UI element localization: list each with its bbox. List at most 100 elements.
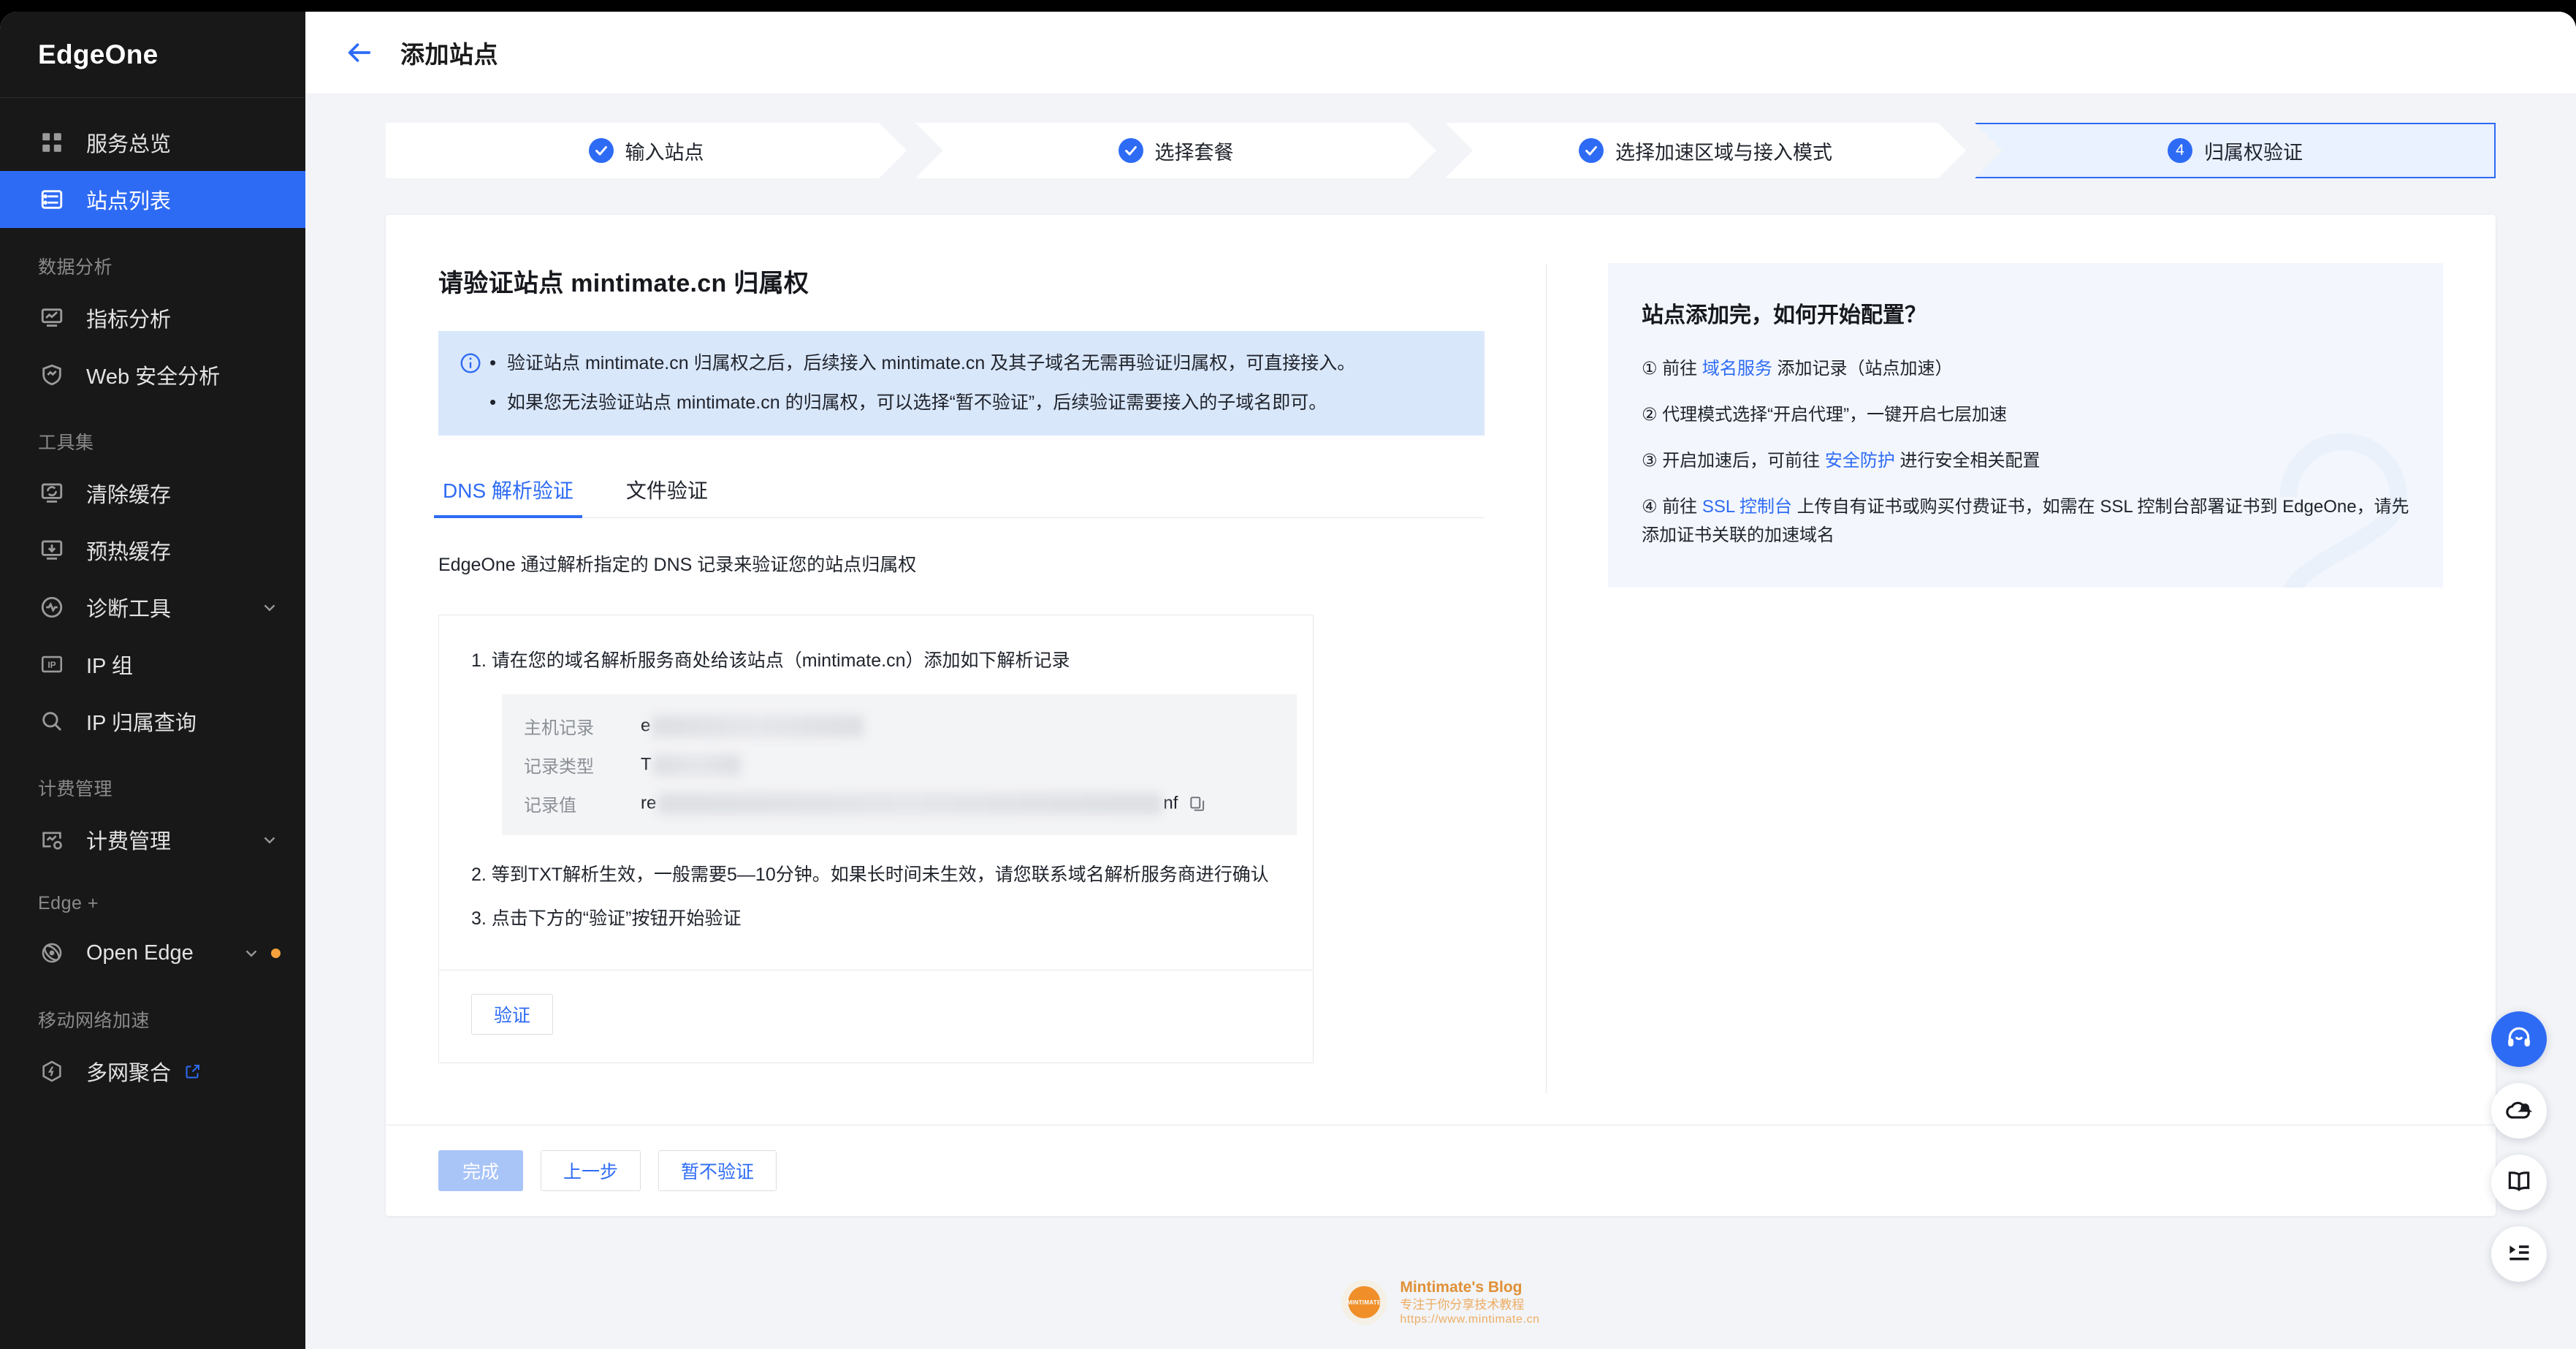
sidebar-group-toolset: 工具集 <box>38 433 94 453</box>
arrow-left-icon[interactable] <box>339 32 380 73</box>
sidebar-item-label: 服务总览 <box>86 133 172 156</box>
blog-url: https://www.mintimate.cn <box>1400 1313 1540 1326</box>
sidebar-item-ip-lookup[interactable]: IP 归属查询 <box>0 693 305 750</box>
sidebar-item-multi-network[interactable]: 多网聚合 <box>0 1043 305 1100</box>
blog-watermark-text: Mintimate's Blog 专注于你分享技术教程 https://www.… <box>1400 1278 1539 1328</box>
book-icon <box>2505 1167 2533 1198</box>
card-footer: 完成 上一步 暂不验证 <box>386 1125 2496 1216</box>
blog-title: Mintimate's Blog <box>1400 1278 1523 1296</box>
redacted-value <box>652 715 864 737</box>
brand-name: EdgeOne <box>38 39 159 69</box>
main-region: 添加站点 输入站点 选择套餐 选择加速区域与接入模式 4 归属权验证 请验证站点… <box>305 12 2576 1349</box>
verification-tabs: DNS 解析验证 文件验证 <box>434 475 1485 518</box>
sidebar-item-web-security-analysis[interactable]: Web 安全分析 <box>0 346 305 403</box>
verification-heading: 请验证站点 mintimate.cn 归属权 <box>438 270 809 297</box>
app-window: EdgeOne 服务总览 站点列表 数据分析 指标分析 Web 安全分析 工具集 <box>0 12 2576 1349</box>
check-circle-icon <box>1119 138 1143 163</box>
pulse-circle-icon <box>38 593 66 621</box>
skip-verification-button[interactable]: 暂不验证 <box>658 1150 777 1191</box>
help-item: ① 前往 域名服务 添加记录（站点加速） <box>1642 359 1953 379</box>
tab-dns-verification[interactable]: DNS 解析验证 <box>434 475 582 518</box>
dns-step-1: 1. 请在您的域名解析服务商处给该站点（mintimate.cn）添加如下解析记… <box>471 650 1070 671</box>
sidebar-item-metric-analysis[interactable]: 指标分析 <box>0 289 305 346</box>
floating-action-rail <box>2491 1011 2547 1282</box>
tab-file-verification[interactable]: 文件验证 <box>622 475 712 517</box>
sidebar: EdgeOne 服务总览 站点列表 数据分析 指标分析 Web 安全分析 工具集 <box>0 12 305 1349</box>
finish-button[interactable]: 完成 <box>438 1150 523 1191</box>
record-value: T <box>641 753 742 776</box>
sidebar-group-mobile-accel: 移动网络加速 <box>38 1011 150 1031</box>
previous-step-button[interactable]: 上一步 <box>541 1150 641 1191</box>
chevron-down-icon[interactable] <box>259 829 281 851</box>
sidebar-group-data-analysis: 数据分析 <box>38 257 113 278</box>
help-item: ② 代理模式选择“开启代理”，一键开启七层加速 <box>1642 404 2008 425</box>
sidebar-item-label: 站点列表 <box>86 190 172 213</box>
sidebar-item-purge-cache[interactable]: 清除缓存 <box>0 465 305 522</box>
hex-bolt-icon <box>38 1057 66 1085</box>
list-play-icon <box>2505 1239 2533 1270</box>
billing-icon <box>38 826 66 854</box>
new-badge-dot <box>271 948 281 958</box>
verify-button[interactable]: 验证 <box>471 994 554 1035</box>
svg-text:IP: IP <box>47 660 56 670</box>
shield-chart-icon <box>38 361 66 389</box>
sidebar-item-label: Web 安全分析 <box>86 365 221 389</box>
record-key: 记录值 <box>524 796 576 816</box>
sidebar-item-open-edge[interactable]: Open Edge <box>0 924 305 981</box>
sidebar-item-label: 计费管理 <box>86 830 172 854</box>
step-select-plan[interactable]: 选择套餐 <box>915 123 1436 178</box>
sidebar-item-label: IP 归属查询 <box>86 712 197 735</box>
step-label: 选择加速区域与接入模式 <box>1615 141 1832 164</box>
info-banner: 验证站点 mintimate.cn 归属权之后，后续接入 mintimate.c… <box>438 331 1485 436</box>
blog-logo: MINTIMATE <box>1341 1280 1387 1326</box>
step-input-site[interactable]: 输入站点 <box>386 123 907 178</box>
help-title: 站点添加完，如何开始配置？ <box>1642 303 1927 327</box>
notifications-button[interactable] <box>2491 1083 2547 1139</box>
search-icon <box>38 707 66 735</box>
sidebar-item-prefetch-cache[interactable]: 预热缓存 <box>0 522 305 579</box>
cloud-bell-icon <box>2505 1095 2533 1127</box>
step-ownership-verify[interactable]: 4 归属权验证 <box>1975 123 2496 178</box>
blog-subtitle: 专注于你分享技术教程 <box>1400 1297 1525 1312</box>
sidebar-item-diagnostic-tools[interactable]: 诊断工具 <box>0 579 305 636</box>
step-label: 选择套餐 <box>1154 141 1234 164</box>
link-domain-service[interactable]: 域名服务 <box>1702 359 1772 379</box>
dns-steps-inner: 1. 请在您的域名解析服务商处给该站点（mintimate.cn）添加如下解析记… <box>439 615 1313 970</box>
sidebar-item-label: IP 组 <box>86 655 133 678</box>
chevron-down-icon[interactable] <box>259 596 281 618</box>
chart-monitor-icon <box>38 304 66 332</box>
chevron-down-icon[interactable] <box>240 942 262 964</box>
sidebar-item-site-list[interactable]: 站点列表 <box>0 171 305 228</box>
help-list: ① 前往 域名服务 添加记录（站点加速） ② 代理模式选择“开启代理”，一键开启… <box>1642 355 2409 550</box>
dns-step-3: 3. 点击下方的“验证”按钮开始验证 <box>471 908 742 929</box>
step-select-region[interactable]: 选择加速区域与接入模式 <box>1445 123 1966 178</box>
feedback-list-button[interactable] <box>2491 1226 2547 1282</box>
card-body: 请验证站点 mintimate.cn 归属权 验证站点 mintimate.cn… <box>386 215 2496 1125</box>
external-link-icon[interactable] <box>184 1063 202 1080</box>
record-row-host: 主机记录 e <box>524 713 1272 739</box>
record-value: e <box>641 715 865 737</box>
sidebar-item-ip-group[interactable]: IP IP 组 <box>0 636 305 693</box>
sidebar-item-service-overview[interactable]: 服务总览 <box>0 114 305 171</box>
topbar: 添加站点 <box>305 12 2576 94</box>
link-security-protection[interactable]: 安全防护 <box>1825 451 1895 471</box>
page-title: 添加站点 <box>400 41 498 68</box>
help-panel: 站点添加完，如何开始配置？ ① 前往 域名服务 添加记录（站点加速） ② 代理模… <box>1608 263 2443 588</box>
docs-button[interactable] <box>2491 1155 2547 1210</box>
blog-watermark: MINTIMATE Mintimate's Blog 专注于你分享技术教程 ht… <box>1341 1278 1539 1328</box>
grid-icon <box>38 129 66 156</box>
sidebar-item-billing-management[interactable]: 计费管理 <box>0 811 305 868</box>
copy-icon[interactable] <box>1188 794 1207 813</box>
dns-steps-panel: 1. 请在您的域名解析服务商处给该站点（mintimate.cn）添加如下解析记… <box>438 615 1314 1063</box>
record-row-type: 记录类型 T <box>524 752 1272 778</box>
step-label: 输入站点 <box>625 141 704 164</box>
sidebar-item-label: 预热缓存 <box>86 541 172 564</box>
link-ssl-console[interactable]: SSL 控制台 <box>1702 497 1792 517</box>
support-button[interactable] <box>2491 1011 2547 1067</box>
content-area: 输入站点 选择套餐 选择加速区域与接入模式 4 归属权验证 请验证站点 mint… <box>305 94 2576 1349</box>
sidebar-item-label: 清除缓存 <box>86 484 172 507</box>
sidebar-item-label: 多网聚合 <box>86 1062 172 1085</box>
sidebar-item-label: 诊断工具 <box>86 598 172 621</box>
redacted-value <box>652 753 741 776</box>
brand-logo[interactable]: EdgeOne <box>0 12 305 98</box>
